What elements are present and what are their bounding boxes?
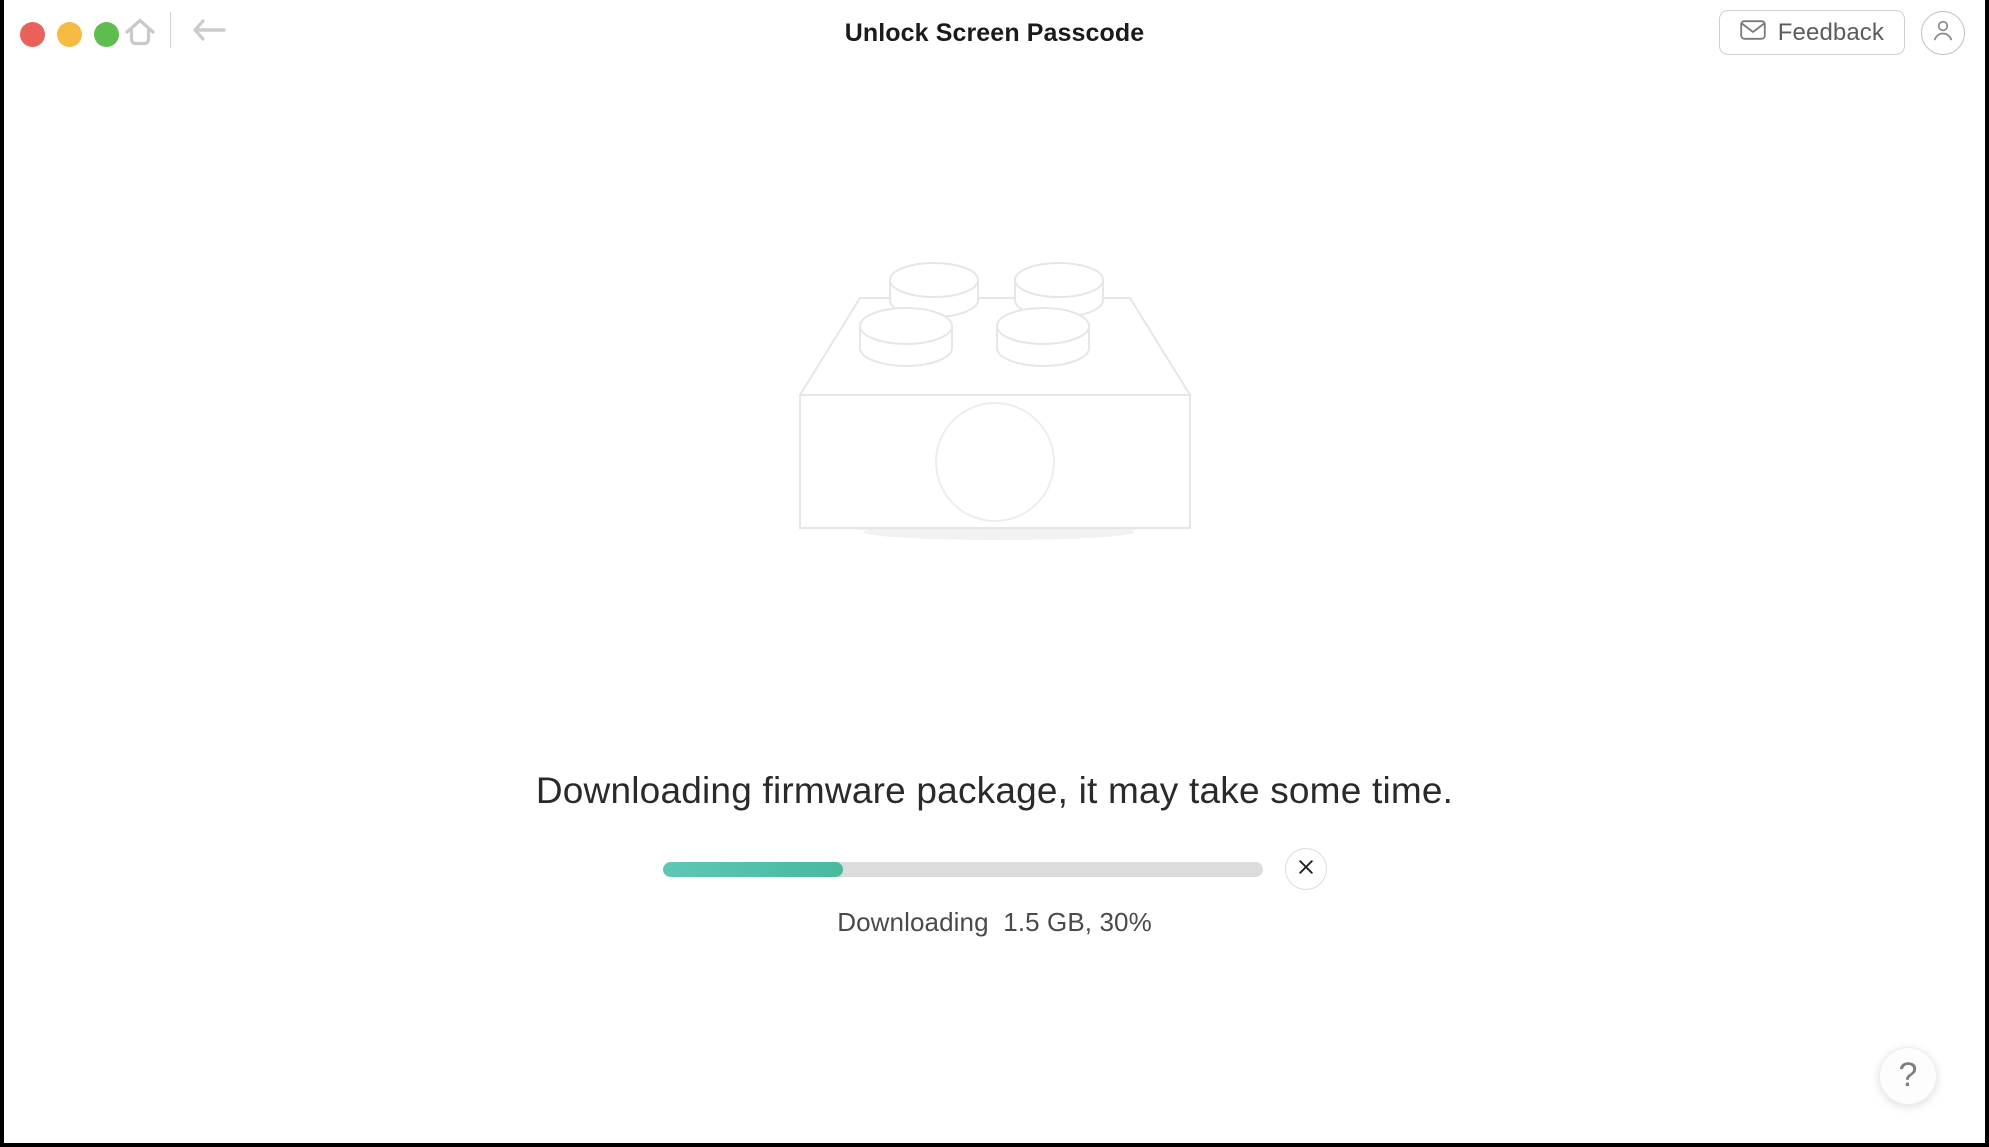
feedback-button-label: Feedback	[1777, 18, 1884, 46]
help-button[interactable]: ?	[1879, 1047, 1937, 1105]
minimize-window-button[interactable]	[57, 22, 82, 47]
page-title: Unlock Screen Passcode	[844, 19, 1145, 47]
question-mark-icon: ?	[1898, 1056, 1918, 1094]
main-content: Downloading firmware package, it may tak…	[4, 70, 1985, 1143]
maximize-window-button[interactable]	[94, 22, 119, 47]
close-x-icon	[1297, 858, 1315, 881]
back-arrow-icon	[190, 17, 230, 48]
window-controls	[20, 22, 119, 47]
download-progress-fill	[662, 861, 843, 877]
home-icon	[123, 16, 157, 53]
app-window: Unlock Screen Passcode Feedback Download…	[4, 0, 1985, 1143]
download-status-text: Downloading 1.5 GB, 30%	[837, 907, 1152, 937]
progress-row	[4, 848, 1985, 890]
envelope-icon	[1740, 20, 1766, 45]
back-button[interactable]	[184, 12, 236, 52]
title-bar-actions: Feedback	[1718, 10, 1965, 55]
status-message: Downloading firmware package, it may tak…	[535, 770, 1454, 811]
firmware-package-brick-illustration	[785, 240, 1205, 580]
close-window-button[interactable]	[20, 22, 45, 47]
download-progress-bar[interactable]	[662, 861, 1263, 877]
toolbar-divider	[170, 12, 171, 48]
home-button[interactable]	[120, 14, 160, 54]
feedback-button[interactable]: Feedback	[1718, 10, 1905, 55]
user-avatar-icon	[1930, 17, 1956, 48]
account-button[interactable]	[1921, 10, 1965, 55]
cancel-download-button[interactable]	[1284, 848, 1327, 890]
title-bar: Unlock Screen Passcode Feedback	[4, 0, 1985, 70]
